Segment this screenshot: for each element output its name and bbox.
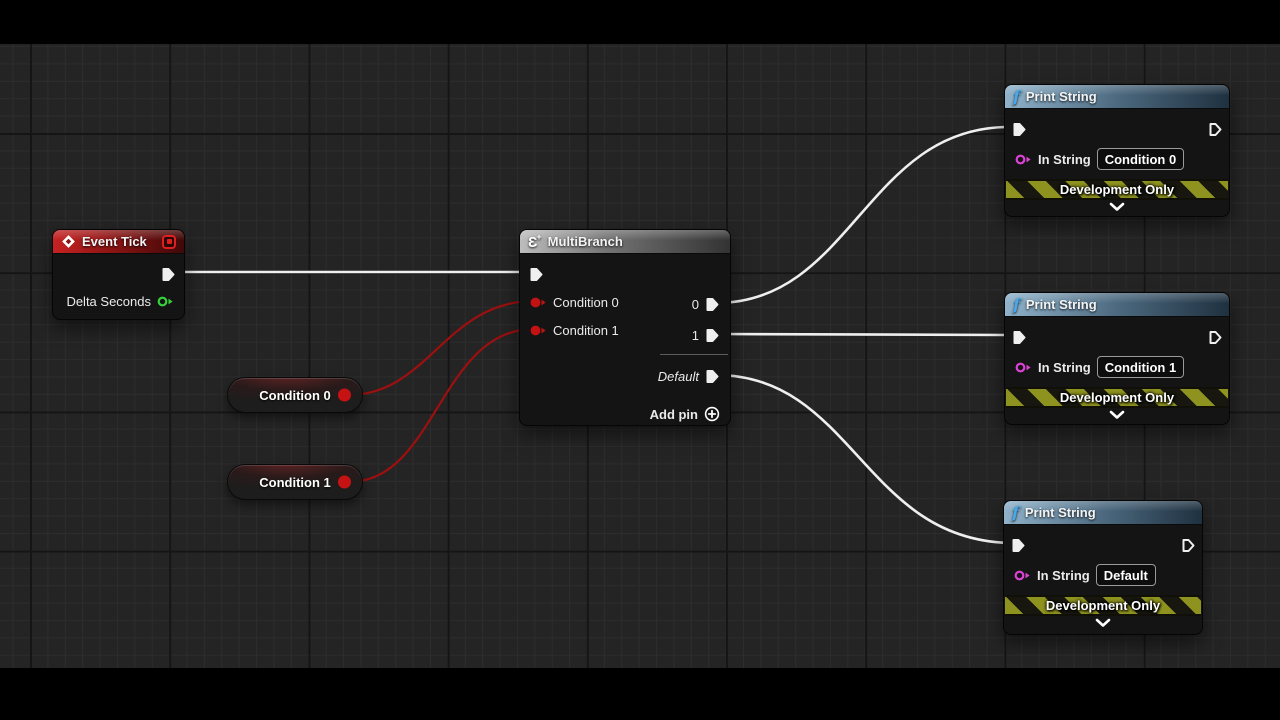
advanced-divider [660, 354, 728, 355]
multibranch-title: MultiBranch [548, 234, 623, 249]
ps2-development-only-band: Development Only [1005, 595, 1201, 616]
default-label: Default [658, 369, 699, 384]
node-print-string-0[interactable]: f Print String In String Condition 0 [1004, 84, 1230, 217]
exec-pin-default[interactable] [705, 369, 720, 384]
event-tick-title: Event Tick [82, 234, 147, 249]
ps2-string-value: Default [1104, 568, 1148, 583]
event-tick-header[interactable]: Event Tick [53, 230, 184, 254]
ps2-exec-in-row [1011, 537, 1026, 553]
ps2-exec-out-row [1181, 537, 1196, 553]
node-multibranch[interactable]: Ɛ+ MultiBranch Condition 0 Condition 1 [519, 229, 731, 426]
condition1-pin-label: Condition 1 [553, 323, 619, 338]
exec-pin-out[interactable] [1181, 538, 1196, 553]
ps0-development-only-label: Development Only [1060, 182, 1174, 197]
print-string-1-title: Print String [1026, 297, 1097, 312]
exec-pin-out[interactable] [161, 267, 176, 282]
ps0-string-value: Condition 0 [1105, 152, 1177, 167]
event-diamond-icon [61, 234, 76, 249]
exec-pin-out-0[interactable] [705, 297, 720, 312]
letterbox-top [0, 0, 1280, 44]
condition0-pill-label: Condition 0 [259, 388, 331, 403]
condition0-pin-label: Condition 0 [553, 295, 619, 310]
ps1-instring-label: In String [1038, 360, 1091, 375]
event-tick-delta-row: Delta Seconds [66, 293, 174, 309]
ps0-development-only-band: Development Only [1006, 179, 1228, 200]
delta-seconds-label: Delta Seconds [66, 294, 151, 309]
multibranch-out0-row: 0 [692, 296, 720, 312]
bool-pin-out[interactable] [338, 389, 351, 402]
multibranch-condition1-row: Condition 1 [530, 322, 619, 338]
function-f-icon: f [1012, 505, 1019, 521]
node-event-tick[interactable]: Event Tick Delta Seconds [52, 229, 185, 320]
graph-canvas[interactable]: Event Tick Delta Seconds Ɛ+ MultiBranch [0, 44, 1280, 668]
string-pin-in[interactable] [1015, 361, 1032, 374]
function-f-icon: f [1013, 89, 1020, 105]
exec-pin-out[interactable] [1208, 122, 1223, 137]
exec-pin-in[interactable] [1012, 330, 1027, 345]
ps0-exec-out-row [1208, 121, 1223, 137]
multibranch-exec-in-row [529, 266, 544, 282]
add-pin-label: Add pin [650, 407, 698, 422]
ps1-string-value: Condition 1 [1105, 360, 1177, 375]
print-string-1-header[interactable]: f Print String [1005, 293, 1229, 317]
exec-pin-in[interactable] [1012, 122, 1027, 137]
chevron-down-icon[interactable] [1095, 618, 1111, 628]
ps1-exec-out-row [1208, 329, 1223, 345]
out0-label: 0 [692, 297, 699, 312]
multibranch-out1-row: 1 [692, 327, 720, 343]
ps0-exec-in-row [1012, 121, 1027, 137]
ps0-instring-row: In String Condition 0 [1015, 148, 1184, 170]
wire-exec-multibranch-0-to-printstring-0[interactable] [716, 127, 1009, 303]
node-print-string-2[interactable]: f Print String In String Default [1003, 500, 1203, 635]
event-badge-icon [162, 235, 176, 249]
multibranch-default-row: Default [658, 368, 720, 384]
exec-pin-in[interactable] [529, 267, 544, 282]
print-string-0-header[interactable]: f Print String [1005, 85, 1229, 109]
blueprint-editor: Event Tick Delta Seconds Ɛ+ MultiBranch [0, 0, 1280, 720]
circle-plus-icon [704, 406, 720, 422]
exec-pin-in[interactable] [1011, 538, 1026, 553]
multibranch-header[interactable]: Ɛ+ MultiBranch [520, 230, 730, 254]
bool-pin-condition-0[interactable] [530, 296, 547, 309]
ps1-development-only-band: Development Only [1006, 387, 1228, 408]
print-string-2-title: Print String [1025, 505, 1096, 520]
ps2-instring-label: In String [1037, 568, 1090, 583]
chevron-down-icon[interactable] [1109, 202, 1125, 212]
ps0-string-input[interactable]: Condition 0 [1097, 148, 1185, 170]
exec-pin-out[interactable] [1208, 330, 1223, 345]
add-pin-button[interactable]: Add pin [650, 406, 720, 422]
out1-label: 1 [692, 328, 699, 343]
ps0-instring-label: In String [1038, 152, 1091, 167]
ps2-instring-row: In String Default [1014, 564, 1156, 586]
ps2-development-only-label: Development Only [1046, 598, 1160, 613]
exec-pin-out-1[interactable] [705, 328, 720, 343]
event-tick-exec-out-row [161, 266, 176, 282]
wire-bool-condition0-to-multibranch[interactable] [349, 301, 534, 395]
ps1-development-only-label: Development Only [1060, 390, 1174, 405]
ps2-string-input[interactable]: Default [1096, 564, 1156, 586]
bool-pin-condition-1[interactable] [530, 324, 547, 337]
condition1-pill-label: Condition 1 [259, 475, 331, 490]
bool-pin-out[interactable] [338, 476, 351, 489]
function-f-icon: f [1013, 297, 1020, 313]
variable-get-condition-0[interactable]: Condition 0 [227, 377, 363, 413]
ps1-string-input[interactable]: Condition 1 [1097, 356, 1185, 378]
multibranch-condition0-row: Condition 0 [530, 294, 619, 310]
wire-exec-multibranch-1-to-printstring-1[interactable] [716, 334, 1009, 335]
ps1-exec-in-row [1012, 329, 1027, 345]
chevron-down-icon[interactable] [1109, 410, 1125, 420]
float-pin-delta-seconds[interactable] [157, 295, 174, 308]
print-string-2-header[interactable]: f Print String [1004, 501, 1202, 525]
ps1-instring-row: In String Condition 1 [1015, 356, 1184, 378]
string-pin-in[interactable] [1015, 153, 1032, 166]
letterbox-bottom [0, 668, 1280, 720]
string-pin-in[interactable] [1014, 569, 1031, 582]
variable-get-condition-1[interactable]: Condition 1 [227, 464, 363, 500]
wire-bool-condition1-to-multibranch[interactable] [349, 329, 534, 482]
print-string-0-title: Print String [1026, 89, 1097, 104]
wire-exec-multibranch-default-to-printstring-2[interactable] [716, 375, 1014, 543]
multibranch-epsilon-plus-icon: Ɛ+ [528, 233, 542, 250]
node-print-string-1[interactable]: f Print String In String Condition 1 [1004, 292, 1230, 425]
